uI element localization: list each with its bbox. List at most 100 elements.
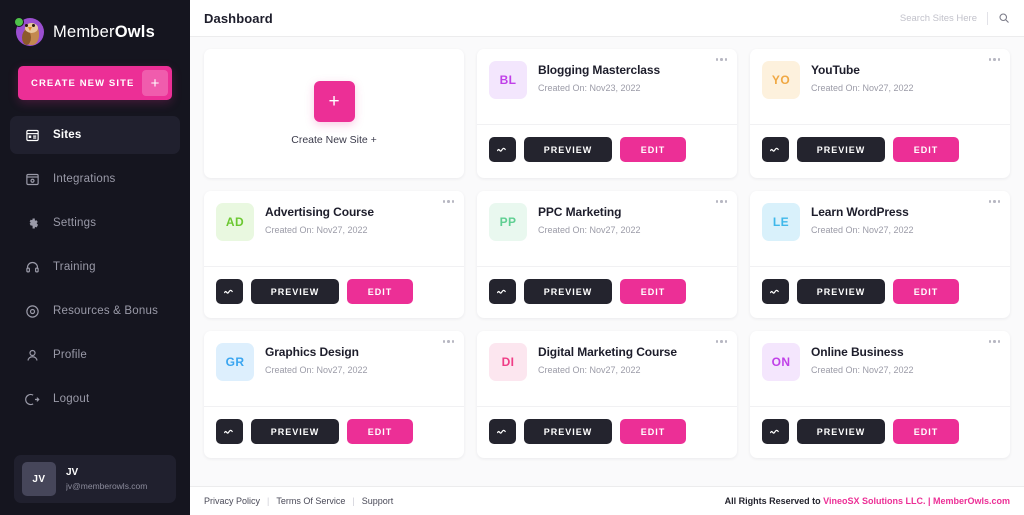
site-name: PPC Marketing — [538, 205, 622, 219]
analytics-wave-icon[interactable] — [489, 137, 516, 162]
footer-link-support[interactable]: Support — [362, 496, 394, 506]
app-root: MemberOwls CREATE NEW SITE + Sites Integ… — [0, 0, 1024, 515]
footer: Privacy Policy | Terms Of Service | Supp… — [190, 486, 1024, 515]
site-card-actions: PREVIEW EDIT — [204, 407, 464, 458]
create-new-site-card-label: Create New Site + — [291, 134, 377, 146]
preview-button[interactable]: PREVIEW — [251, 419, 339, 444]
sidebar-item-settings[interactable]: Settings — [10, 204, 180, 242]
gear-icon — [24, 215, 40, 231]
integrations-icon — [24, 171, 40, 187]
site-card-header: ON Online Business Created On: Nov27, 2022 — [750, 331, 1010, 407]
page-title: Dashboard — [204, 10, 273, 26]
site-meta: Digital Marketing Course Created On: Nov2… — [538, 343, 677, 375]
analytics-wave-icon[interactable] — [762, 279, 789, 304]
site-avatar: AD — [216, 203, 254, 241]
analytics-wave-icon[interactable] — [489, 419, 516, 444]
edit-button[interactable]: EDIT — [620, 419, 686, 444]
sidebar-item-integrations[interactable]: Integrations — [10, 160, 180, 198]
footer-copyright: All Rights Reserved to VineoSX Solutions… — [725, 496, 1010, 506]
sidebar-nav: Sites Integrations Settings Training Res… — [0, 116, 190, 424]
sidebar-item-label: Training — [53, 261, 96, 273]
site-meta: Advertising Course Created On: Nov27, 202… — [265, 203, 374, 235]
user-profile-card[interactable]: JV JV jv@memberowls.com — [14, 455, 176, 503]
status-badge — [14, 16, 24, 27]
brand-name: MemberOwls — [53, 23, 155, 42]
search-input[interactable] — [857, 12, 977, 24]
sidebar-item-logout[interactable]: Logout — [10, 380, 180, 418]
site-created-date: Created On: Nov27, 2022 — [265, 365, 368, 375]
more-options-icon[interactable] — [442, 340, 454, 343]
edit-button[interactable]: EDIT — [893, 137, 959, 162]
content: + Create New Site + BL Blogging Mastercla… — [190, 37, 1024, 486]
site-card: GR Graphics Design Created On: Nov27, 2022… — [204, 331, 464, 458]
separator: | — [267, 496, 270, 506]
more-options-icon[interactable] — [988, 58, 1000, 61]
create-new-site-button[interactable]: CREATE NEW SITE + — [18, 66, 172, 100]
sidebar-item-sites[interactable]: Sites — [10, 116, 180, 154]
edit-button[interactable]: EDIT — [893, 419, 959, 444]
analytics-wave-icon[interactable] — [762, 419, 789, 444]
preview-button[interactable]: PREVIEW — [524, 137, 612, 162]
user-icon — [24, 347, 40, 363]
edit-button[interactable]: EDIT — [347, 419, 413, 444]
analytics-wave-icon[interactable] — [216, 279, 243, 304]
site-meta: Blogging Masterclass Created On: Nov23, 2… — [538, 61, 660, 93]
sidebar: MemberOwls CREATE NEW SITE + Sites Integ… — [0, 0, 190, 515]
edit-button[interactable]: EDIT — [347, 279, 413, 304]
more-options-icon[interactable] — [715, 340, 727, 343]
more-options-icon[interactable] — [442, 200, 454, 203]
edit-button[interactable]: EDIT — [620, 279, 686, 304]
site-card-actions: PREVIEW EDIT — [477, 125, 737, 176]
preview-button[interactable]: PREVIEW — [524, 419, 612, 444]
site-card: BL Blogging Masterclass Created On: Nov23,… — [477, 49, 737, 178]
preview-button[interactable]: PREVIEW — [797, 419, 885, 444]
site-created-date: Created On: Nov27, 2022 — [811, 83, 914, 93]
analytics-wave-icon[interactable] — [216, 419, 243, 444]
more-options-icon[interactable] — [988, 340, 1000, 343]
edit-button[interactable]: EDIT — [893, 279, 959, 304]
site-card: DI Digital Marketing Course Created On: No… — [477, 331, 737, 458]
site-name: Graphics Design — [265, 345, 359, 359]
site-card-header: GR Graphics Design Created On: Nov27, 2022 — [204, 331, 464, 407]
site-name: YouTube — [811, 63, 860, 77]
preview-button[interactable]: PREVIEW — [524, 279, 612, 304]
footer-link-privacy-policy[interactable]: Privacy Policy — [204, 496, 260, 506]
more-options-icon[interactable] — [715, 200, 727, 203]
site-card-header: LE Learn WordPress Created On: Nov27, 2022 — [750, 191, 1010, 267]
disc-icon — [24, 303, 40, 319]
more-options-icon[interactable] — [988, 200, 1000, 203]
search-icon[interactable] — [998, 12, 1010, 24]
analytics-wave-icon[interactable] — [489, 279, 516, 304]
site-card: LE Learn WordPress Created On: Nov27, 2022… — [750, 191, 1010, 318]
create-new-site-card[interactable]: + Create New Site + — [204, 49, 464, 178]
more-options-icon[interactable] — [715, 58, 727, 61]
site-card: PP PPC Marketing Created On: Nov27, 2022 PR… — [477, 191, 737, 318]
site-meta: PPC Marketing Created On: Nov27, 2022 — [538, 203, 641, 235]
edit-button[interactable]: EDIT — [620, 137, 686, 162]
sidebar-item-label: Sites — [53, 129, 82, 141]
sidebar-item-label: Resources & Bonus — [53, 305, 159, 317]
footer-rights-company[interactable]: VineoSX Solutions LLC. | MemberOwls.com — [823, 496, 1010, 506]
footer-link-terms-of-service[interactable]: Terms Of Service — [276, 496, 345, 506]
preview-button[interactable]: PREVIEW — [251, 279, 339, 304]
site-avatar: PP — [489, 203, 527, 241]
site-created-date: Created On: Nov27, 2022 — [538, 225, 641, 235]
preview-button[interactable]: PREVIEW — [797, 137, 885, 162]
site-name: Online Business — [811, 345, 904, 359]
owl-logo-icon — [14, 16, 45, 48]
brand[interactable]: MemberOwls — [0, 0, 190, 50]
preview-button[interactable]: PREVIEW — [797, 279, 885, 304]
plus-icon: + — [142, 70, 168, 96]
sidebar-item-resources-bonus[interactable]: Resources & Bonus — [10, 292, 180, 330]
logout-icon — [24, 391, 40, 407]
footer-links: Privacy Policy | Terms Of Service | Supp… — [204, 496, 393, 506]
site-card-actions: PREVIEW EDIT — [750, 407, 1010, 458]
sidebar-item-training[interactable]: Training — [10, 248, 180, 286]
site-avatar: GR — [216, 343, 254, 381]
main-area: Dashboard + Create New Site + BL Blogging… — [190, 0, 1024, 515]
site-card-header: BL Blogging Masterclass Created On: Nov23,… — [477, 49, 737, 125]
sidebar-item-profile[interactable]: Profile — [10, 336, 180, 374]
analytics-wave-icon[interactable] — [762, 137, 789, 162]
site-created-date: Created On: Nov27, 2022 — [265, 225, 368, 235]
site-meta: YouTube Created On: Nov27, 2022 — [811, 61, 914, 93]
